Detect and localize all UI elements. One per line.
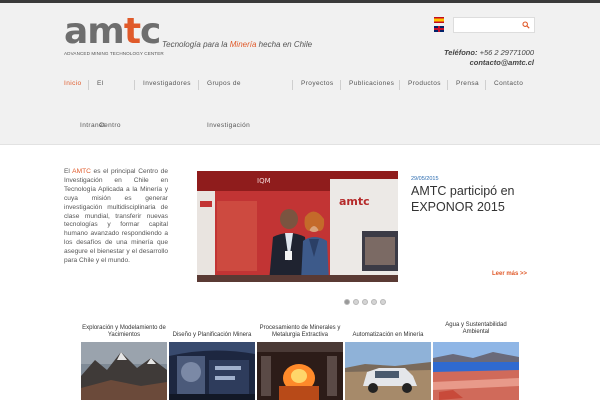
nav-el[interactable]: El: [97, 80, 104, 87]
banner-text: IQM: [257, 177, 271, 185]
research-card-procesamiento[interactable]: Procesamiento de Minerales y Metalurgia …: [257, 321, 343, 400]
news-slide-image[interactable]: amtc IQM: [197, 171, 398, 282]
logo-subtitle: ADVANCED MINING TECHNOLOGY CENTER: [64, 51, 164, 56]
language-switcher: [434, 17, 446, 35]
slider-pagination: [344, 299, 386, 305]
nav-divider: [447, 80, 448, 90]
nav-divider: [88, 80, 89, 90]
mining-tunnel-machine-image: [169, 342, 255, 400]
search-box: [453, 17, 535, 33]
uk-flag-icon[interactable]: [434, 26, 444, 32]
exponor-booth-photo: amtc IQM: [197, 171, 398, 282]
search-icon[interactable]: [522, 21, 530, 29]
site-header: amtc ADVANCED MINING TECHNOLOGY CENTER T…: [0, 3, 600, 145]
spain-flag-icon[interactable]: [434, 17, 444, 23]
amtc-brand-link[interactable]: AMTC: [72, 168, 91, 175]
intro-paragraph: El AMTC es el principal Centro de Invest…: [64, 168, 168, 265]
news-date: 29/05/2015: [411, 176, 439, 182]
nav-divider: [485, 80, 486, 90]
contact-info: Teléfono: +56 2 29771000 contacto@amtc.c…: [444, 48, 534, 68]
research-card-diseno[interactable]: Diseño y Planificación Minera: [169, 321, 255, 400]
site-tagline: Tecnología para la Minería hecha en Chil…: [162, 40, 313, 49]
slider-dot[interactable]: [371, 299, 377, 305]
amtc-logo[interactable]: amtc ADVANCED MINING TECHNOLOGY CENTER: [64, 11, 164, 61]
slider-dot[interactable]: [344, 299, 350, 305]
card-title: Exploración y Modelamiento de Yacimiento…: [82, 325, 166, 338]
slider-dot[interactable]: [362, 299, 368, 305]
card-title: Automatización en Minería: [352, 332, 424, 338]
research-areas: Exploración y Modelamiento de Yacimiento…: [80, 321, 520, 400]
nav-divider: [399, 80, 400, 90]
mountain-landscape-image: [81, 342, 167, 400]
research-card-automatizacion[interactable]: Automatización en Minería: [345, 321, 431, 400]
nav-intranet[interactable]: Intranet: [80, 122, 105, 129]
autonomous-vehicle-image: [345, 342, 431, 400]
research-card-exploracion[interactable]: Exploración y Modelamiento de Yacimiento…: [81, 321, 167, 400]
news-title[interactable]: AMTC participó en EXPONOR 2015: [411, 183, 536, 215]
research-card-agua[interactable]: Agua y Sustentabilidad Ambiental: [433, 321, 519, 400]
salt-lake-image: [433, 342, 519, 400]
booth-logo-text: amtc: [339, 195, 370, 208]
slider-dot[interactable]: [353, 299, 359, 305]
phone-line: Teléfono: +56 2 29771000: [444, 48, 534, 57]
nav-inicio[interactable]: Inicio: [64, 80, 82, 87]
nav-prensa[interactable]: Prensa: [456, 80, 479, 87]
nav-publicaciones[interactable]: Publicaciones: [349, 80, 394, 87]
molten-metal-image: [257, 342, 343, 400]
nav-divider: [198, 80, 199, 90]
read-more-link[interactable]: Leer más >>: [492, 271, 527, 277]
search-input[interactable]: [456, 20, 520, 30]
nav-investigadores[interactable]: Investigadores: [143, 80, 191, 87]
nav-divider: [340, 80, 341, 90]
nav-investigacion[interactable]: Investigación: [207, 122, 250, 129]
logo-wordmark: amtc: [64, 11, 161, 52]
nav-divider: [292, 80, 293, 90]
card-title: Procesamiento de Minerales y Metalurgia …: [259, 325, 341, 338]
card-title: Diseño y Planificación Minera: [172, 332, 252, 338]
nav-contacto[interactable]: Contacto: [494, 80, 523, 87]
card-title: Agua y Sustentabilidad Ambiental: [445, 322, 507, 335]
slider-dot[interactable]: [380, 299, 386, 305]
nav-grupos[interactable]: Grupos de: [207, 80, 241, 87]
nav-productos[interactable]: Productos: [408, 80, 441, 87]
email-link[interactable]: contacto@amtc.cl: [444, 58, 534, 68]
nav-divider: [134, 80, 135, 90]
nav-proyectos[interactable]: Proyectos: [301, 80, 334, 87]
